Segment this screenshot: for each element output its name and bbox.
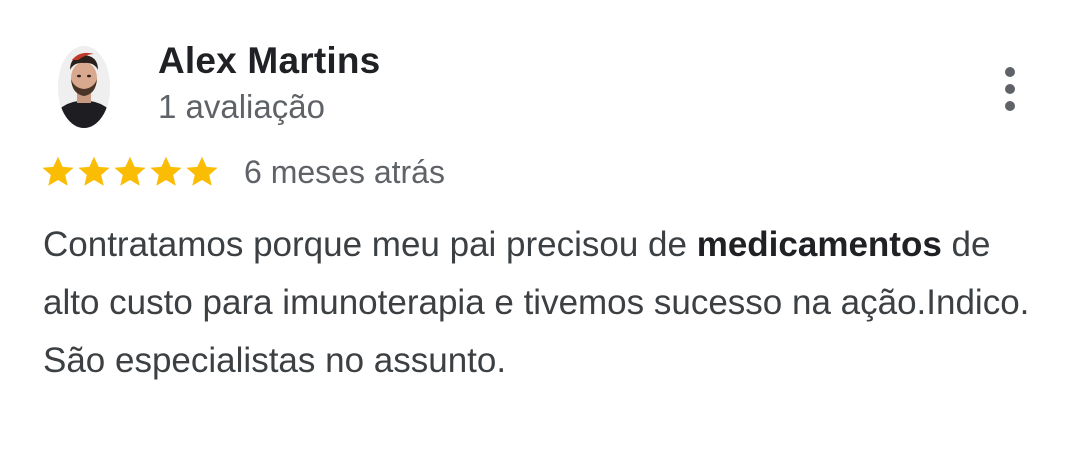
review-date: 6 meses atrás: [244, 153, 445, 190]
review-card: Alex Martins 1 avaliação 6 meses atrás C…: [0, 0, 1080, 472]
rating-row: 6 meses atrás: [40, 150, 445, 194]
review-text-part1: Contratamos porque meu pai precisou de: [43, 225, 697, 264]
review-text: Contratamos porque meu pai precisou de m…: [43, 216, 1033, 390]
more-vert-icon-dot: [1005, 84, 1015, 94]
more-vert-icon-dot: [1005, 101, 1015, 111]
more-vert-icon: [1005, 67, 1015, 77]
avatar-photo-icon: [58, 46, 110, 128]
author-name[interactable]: Alex Martins: [158, 40, 380, 82]
star-rating: [40, 154, 220, 190]
user-avatar[interactable]: [58, 46, 110, 128]
star-icon: [114, 156, 146, 186]
author-review-count: 1 avaliação: [158, 88, 325, 125]
star-icon: [150, 156, 182, 186]
review-text-highlight: medicamentos: [696, 225, 942, 264]
more-options-button[interactable]: [986, 58, 1034, 120]
star-icon: [186, 156, 218, 186]
star-icon: [78, 156, 110, 186]
star-icon: [42, 156, 74, 186]
